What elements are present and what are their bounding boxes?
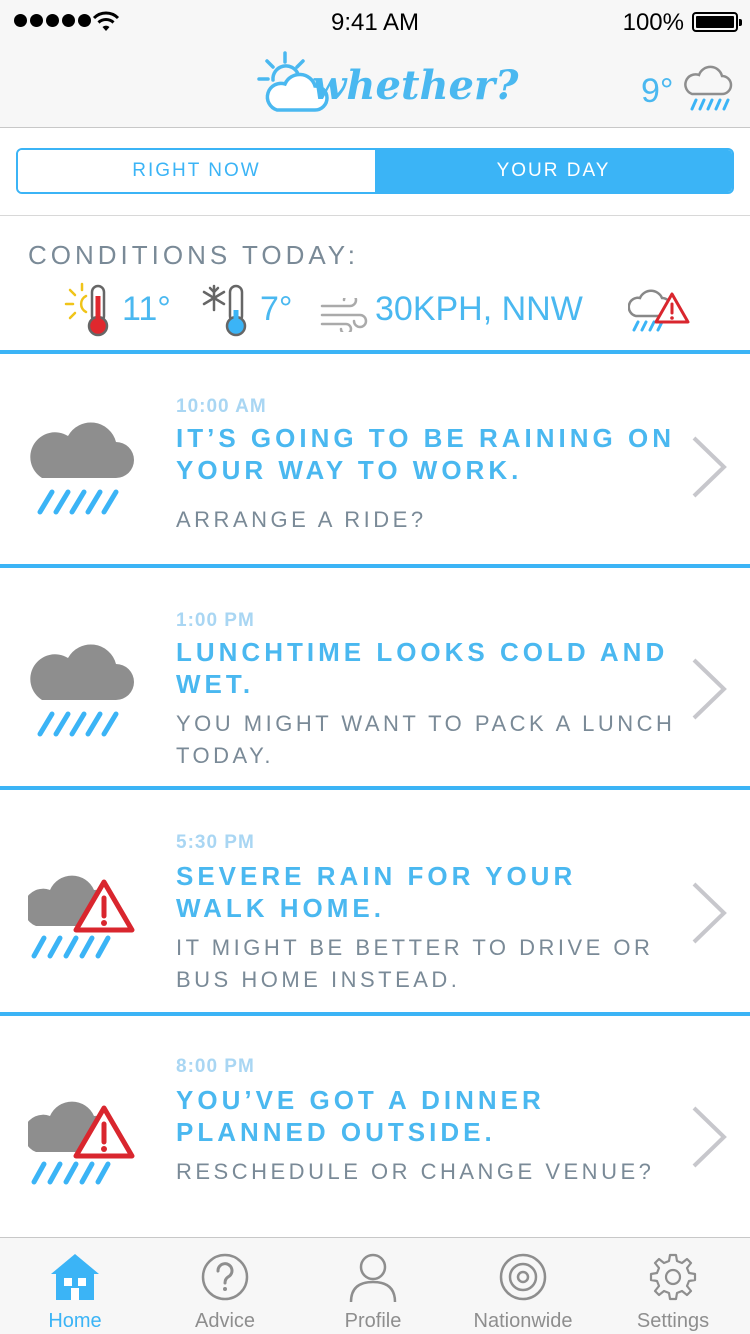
rain-warning-icon: [628, 289, 690, 332]
card-headline: YOU’VE GOT A DINNER PLANNED OUTSIDE.: [176, 1085, 545, 1147]
card-subtext: YOU MIGHT WANT TO PACK A LUNCH TODAY.: [176, 711, 676, 768]
advice-card[interactable]: 1:00 PM LUNCHTIME LOOKS COLD AND WET. YO…: [0, 568, 750, 786]
card-headline: SEVERE RAIN FOR YOUR WALK HOME.: [176, 861, 577, 923]
advice-card[interactable]: 8:00 PM YOU’VE GOT A DINNER PLANNED OUTS…: [0, 1016, 750, 1236]
tab-profile[interactable]: Profile: [298, 1238, 448, 1334]
tab-advice[interactable]: Advice: [150, 1238, 300, 1334]
tab-label: Home: [48, 1310, 102, 1332]
tab-label: Settings: [636, 1310, 710, 1332]
tab-settings[interactable]: Settings: [598, 1238, 748, 1334]
severe-rain-warning-icon: [28, 875, 135, 959]
card-headline: LUNCHTIME LOOKS COLD AND WET.: [176, 637, 669, 699]
card-time: 1:00 PM: [176, 610, 255, 631]
wind-icon: [320, 298, 368, 332]
tab-nationwide[interactable]: Nationwide: [448, 1238, 598, 1334]
person-icon: [349, 1253, 397, 1303]
chevron-right-icon: [692, 436, 727, 498]
severe-rain-warning-icon: [28, 1101, 135, 1185]
battery-percentage: 100%: [622, 9, 684, 36]
conditions-title: CONDITIONS TODAY:: [28, 240, 359, 270]
rain-cloud-icon: [30, 422, 135, 515]
card-time: 5:30 PM: [176, 832, 255, 853]
target-icon: [499, 1253, 547, 1301]
tab-label: Advice: [194, 1310, 256, 1332]
battery-icon: [692, 12, 742, 32]
rain-cloud-icon: [30, 644, 135, 737]
status-bar: 9:41 AM 100%: [0, 0, 750, 44]
chevron-right-icon: [692, 882, 727, 944]
advice-card[interactable]: 10:00 AM IT’S GOING TO BE RAINING ON YOU…: [0, 354, 750, 564]
chevron-right-icon: [692, 1106, 727, 1168]
current-temperature: 9°: [641, 72, 674, 110]
chevron-right-icon: [692, 658, 727, 720]
high-temperature: 11°: [122, 290, 171, 328]
rain-cloud-icon: [684, 65, 733, 111]
app-header: whether? 9°: [0, 44, 750, 128]
tab-your-day[interactable]: YOUR DAY: [375, 150, 732, 192]
card-headline: IT’S GOING TO BE RAINING ON YOUR WAY TO …: [176, 423, 675, 485]
card-subtext: ARRANGE A RIDE?: [176, 507, 427, 532]
wind-speed: 30KPH, NNW: [375, 290, 583, 328]
view-switcher-bar: RIGHT NOW YOUR DAY: [0, 129, 750, 216]
tab-label: Nationwide: [473, 1310, 573, 1332]
tab-label: Profile: [344, 1310, 402, 1332]
advice-card[interactable]: 5:30 PM SEVERE RAIN FOR YOUR WALK HOME. …: [0, 790, 750, 1012]
view-segmented-control: RIGHT NOW YOUR DAY: [16, 148, 734, 194]
conditions-today-panel: CONDITIONS TODAY: 11° 7° 30KPH, NNW: [0, 216, 750, 350]
gear-icon: [649, 1253, 697, 1301]
cold-thermometer-icon: [202, 284, 247, 337]
tab-home[interactable]: Home: [0, 1238, 150, 1334]
tab-bar: Home Advice Profile Nationwide Settings: [0, 1237, 750, 1334]
card-subtext: RESCHEDULE OR CHANGE VENUE?: [176, 1159, 655, 1184]
card-time: 10:00 AM: [176, 396, 267, 417]
card-subtext: IT MIGHT BE BETTER TO DRIVE OR BUS HOME …: [176, 935, 654, 992]
low-temperature: 7°: [260, 290, 293, 328]
app-logo-text: whether?: [312, 62, 519, 109]
home-icon: [51, 1254, 99, 1300]
card-time: 8:00 PM: [176, 1056, 255, 1077]
tab-right-now[interactable]: RIGHT NOW: [18, 150, 375, 192]
question-icon: [201, 1253, 249, 1301]
hot-thermometer-icon: [64, 282, 109, 337]
